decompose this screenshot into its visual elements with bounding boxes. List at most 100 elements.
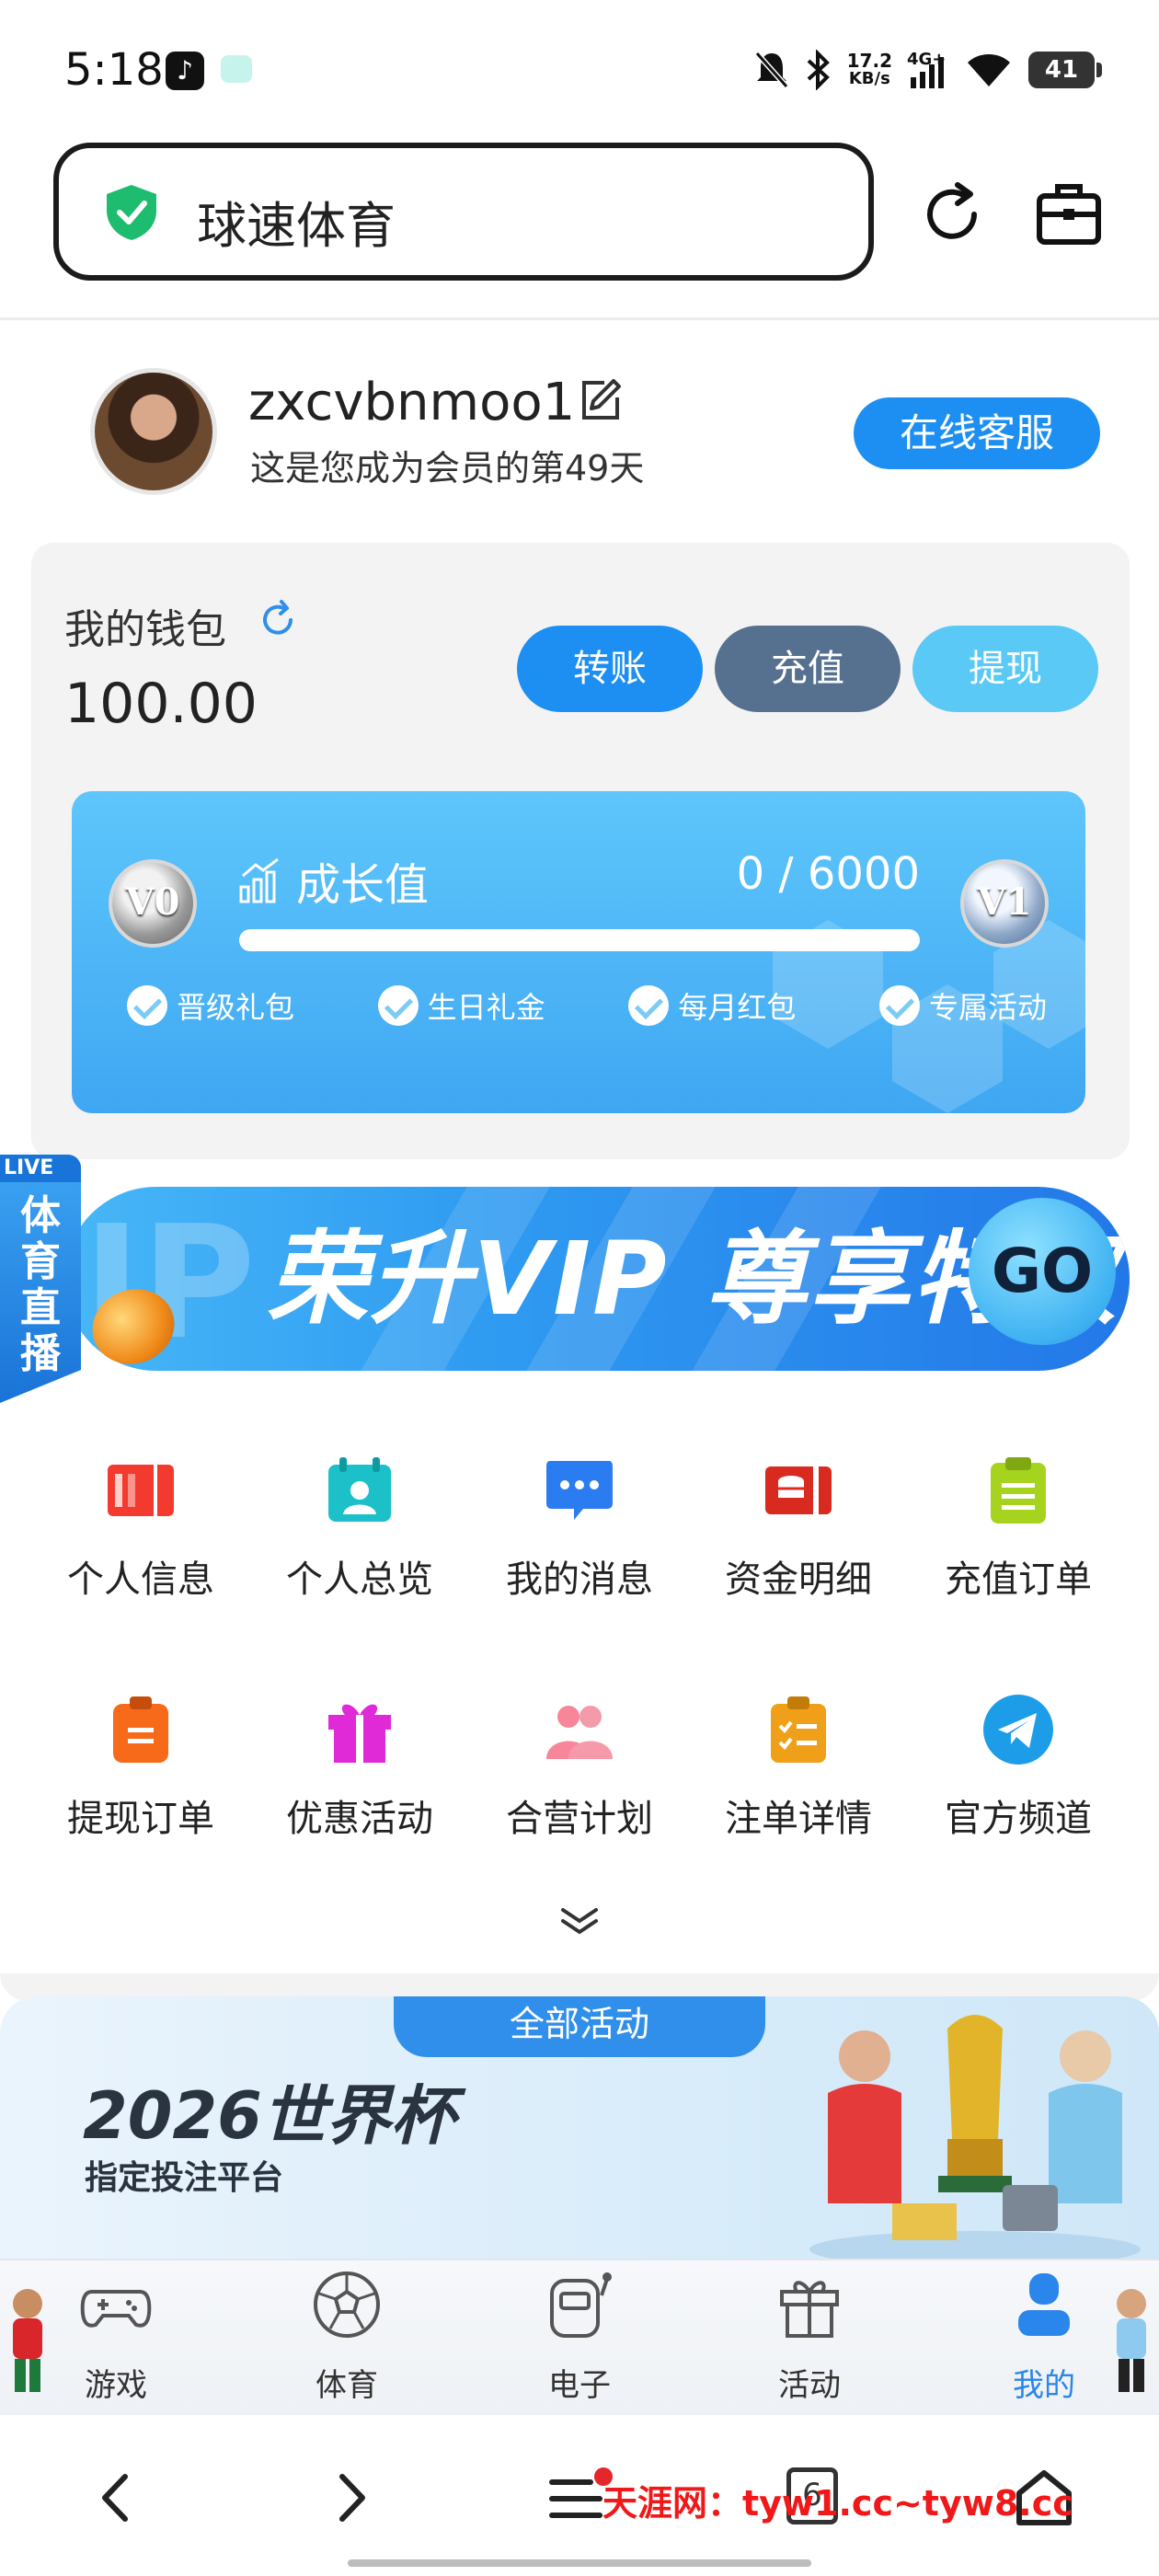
secure-shield-icon <box>107 185 156 240</box>
all-events-tab[interactable]: 全部活动 <box>394 1996 765 2057</box>
gamepad-icon <box>80 2290 152 2328</box>
app-notification-icon <box>221 55 252 83</box>
forward-icon[interactable] <box>318 2466 383 2530</box>
perk-item: 晋级礼包 <box>127 984 294 1027</box>
nav-slots[interactable]: 电子 <box>506 2268 653 2406</box>
menu-item-official-channel[interactable]: 官方频道 <box>909 1674 1128 1858</box>
menu-label: 合营计划 <box>506 1798 653 1840</box>
soccer-ball-icon <box>314 2271 380 2338</box>
go-button[interactable]: GO <box>969 1198 1116 1345</box>
tiktok-notification-icon: ♪ <box>166 52 204 90</box>
perk-item: 生日礼金 <box>377 984 545 1027</box>
withdraw-button[interactable]: 提现 <box>912 626 1098 712</box>
transfer-button[interactable]: 转账 <box>517 626 703 712</box>
bluetooth-icon <box>807 50 830 90</box>
bet-details-icon <box>771 1696 826 1763</box>
nav-label: 体育 <box>316 2367 378 2404</box>
growth-card[interactable]: V0 成长值 0 / 6000 V1 晋级礼包 生日礼金 每月红包 专属活动 <box>72 791 1085 1113</box>
perk-list: 晋级礼包 生日礼金 每月红包 专属活动 <box>127 984 1047 1027</box>
check-icon <box>377 985 419 1026</box>
menu-row: 个人信息 个人总览 我的消息 资金明细 充值订单 <box>0 1435 1159 1619</box>
growth-chart-icon <box>239 857 279 903</box>
menu-item-withdraw-orders[interactable]: 提现订单 <box>31 1674 250 1858</box>
address-bar[interactable]: 球速体育 <box>53 143 874 281</box>
user-icon <box>1018 2273 1070 2336</box>
telegram-icon <box>983 1695 1053 1765</box>
live-tab-body: 体育直播 <box>0 1182 81 1403</box>
check-icon <box>628 985 670 1026</box>
chevron-down-icon[interactable] <box>557 1904 602 1938</box>
level-badge-current: V0 <box>109 859 197 948</box>
menu-label: 优惠活动 <box>286 1798 433 1840</box>
status-icons: 17.2 KB/s 4G+ 41 <box>753 44 1102 96</box>
nav-promotions[interactable]: 活动 <box>736 2268 883 2406</box>
nav-label: 游戏 <box>85 2367 147 2404</box>
funds-icon <box>765 1466 832 1514</box>
menu-item-bet-details[interactable]: 注单详情 <box>689 1674 908 1858</box>
status-time: 5:18 <box>64 44 164 96</box>
menu-item-partnership[interactable]: 合营计划 <box>470 1674 689 1858</box>
world-cup-title: 2026世界杯 <box>83 2078 455 2154</box>
battery-indicator: 41 <box>1028 52 1102 88</box>
wallet-balance: 100.00 <box>64 672 258 736</box>
world-cup-subtitle: 指定投注平台 <box>85 2159 284 2197</box>
status-bar: 5:18 ♪ 17.2 KB/s 4G+ 41 <box>0 0 1159 138</box>
menu-row: 提现订单 优惠活动 合营计划 注单详情 官方频道 <box>0 1674 1159 1858</box>
cellular-signal-icon: 4G+ <box>907 50 949 90</box>
growth-value: 0 / 6000 <box>736 848 920 900</box>
wallet-card: 我的钱包 100.00 转账 充值 提现 V0 成长值 0 / 6000 V1 … <box>31 543 1130 1159</box>
menu-label: 充值订单 <box>945 1558 1092 1601</box>
message-icon <box>546 1461 613 1520</box>
menu-item-deposit-orders[interactable]: 充值订单 <box>909 1435 1128 1619</box>
menu-item-messages[interactable]: 我的消息 <box>470 1435 689 1619</box>
deposit-button[interactable]: 充值 <box>715 626 901 712</box>
menu-label: 资金明细 <box>725 1558 872 1601</box>
menu-label: 个人信息 <box>67 1558 214 1601</box>
level-badge-next: V1 <box>960 859 1049 948</box>
watermark-text: 天涯网：tyw1.cc~tyw8.cc <box>602 2483 1073 2524</box>
live-tab-text: 体育直播 <box>20 1192 61 1377</box>
member-days: 这是您成为会员的第49天 <box>250 448 645 489</box>
wifi-icon <box>968 54 1010 86</box>
check-icon <box>878 985 920 1026</box>
perk-item: 每月红包 <box>628 984 796 1027</box>
toolbox-icon[interactable] <box>1032 178 1106 251</box>
reload-icon[interactable] <box>915 178 989 251</box>
nav-profile[interactable]: 我的 <box>970 2268 1118 2406</box>
menu-item-personal-info[interactable]: 个人信息 <box>31 1435 250 1619</box>
vip-banner[interactable]: IP 荣升VIP 尊享特权 GO <box>64 1187 1130 1371</box>
gesture-handle[interactable] <box>348 2559 811 2567</box>
menu-item-overview[interactable]: 个人总览 <box>250 1435 469 1619</box>
menu-label: 我的消息 <box>506 1558 653 1601</box>
menu-item-promotions[interactable]: 优惠活动 <box>250 1674 469 1858</box>
nav-sports[interactable]: 体育 <box>273 2268 420 2406</box>
edit-icon[interactable] <box>577 377 623 423</box>
gift-icon <box>328 1704 391 1763</box>
world-cup-trophy-players-icon <box>809 2015 1141 2263</box>
site-title: 球速体育 <box>197 197 396 255</box>
perk-item: 专属活动 <box>878 984 1047 1027</box>
username: zxcvbnmoo1 <box>248 373 576 432</box>
nav-label: 活动 <box>778 2367 841 2404</box>
profile-overview-icon <box>328 1457 391 1522</box>
back-icon[interactable] <box>85 2466 149 2530</box>
withdraw-order-icon <box>113 1696 168 1763</box>
online-service-button[interactable]: 在线客服 <box>854 397 1100 469</box>
sports-live-tab[interactable]: LIVE ⚽ 体育直播 <box>0 1155 81 1403</box>
clipboard-icon <box>991 1457 1046 1524</box>
mute-bell-icon <box>754 52 788 88</box>
check-icon <box>127 985 167 1026</box>
gift-box-icon <box>780 2281 839 2338</box>
nav-label: 我的 <box>1013 2367 1075 2404</box>
slot-machine-icon <box>550 2272 612 2338</box>
menu-label: 提现订单 <box>67 1798 214 1840</box>
partners-icon <box>546 1706 613 1759</box>
nav-label: 电子 <box>548 2367 611 2404</box>
growth-progress-bar <box>239 929 920 951</box>
wallet-refresh-icon[interactable] <box>256 598 300 642</box>
menu-item-funds[interactable]: 资金明细 <box>689 1435 908 1619</box>
avatar[interactable] <box>90 368 217 495</box>
network-speed: 17.2 KB/s <box>846 50 892 88</box>
nav-games[interactable]: 游戏 <box>42 2268 189 2406</box>
menu-label: 个人总览 <box>286 1558 433 1601</box>
